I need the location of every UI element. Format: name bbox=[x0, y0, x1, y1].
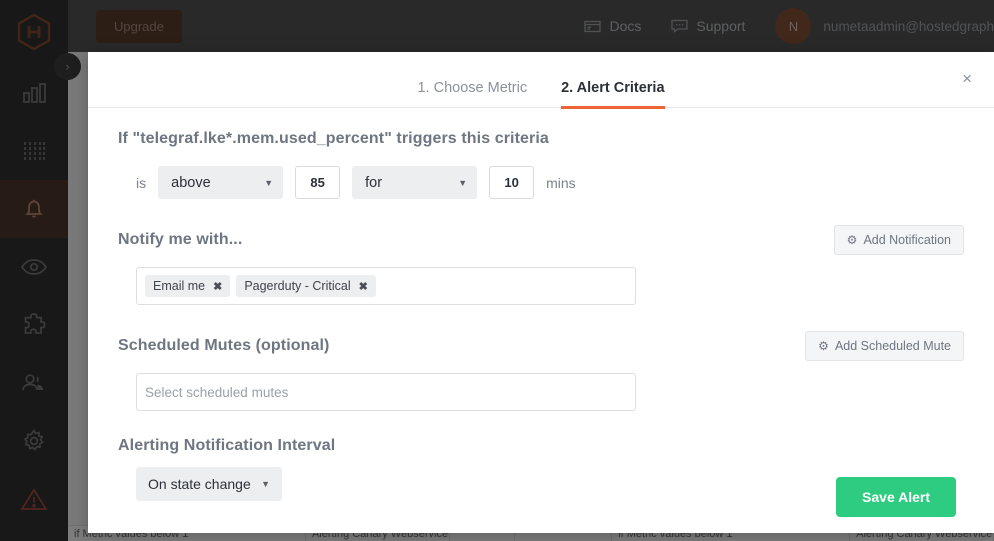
duration-input[interactable]: 10 bbox=[489, 166, 535, 199]
modal-body: If "telegraf.lke*.mem.used_percent" trig… bbox=[88, 108, 994, 517]
scheduled-mutes-placeholder: Select scheduled mutes bbox=[145, 384, 289, 400]
comparator-value: above bbox=[171, 174, 211, 191]
tab-choose-metric[interactable]: 1. Choose Metric bbox=[417, 80, 527, 109]
notification-chip-email[interactable]: Email me ✖ bbox=[145, 275, 231, 297]
mutes-header-row: Scheduled Mutes (optional) ⚙ Add Schedul… bbox=[118, 331, 964, 361]
tab-alert-criteria[interactable]: 2. Alert Criteria bbox=[561, 80, 665, 109]
add-notification-button[interactable]: ⚙ Add Notification bbox=[833, 225, 964, 255]
app-root: Upgrade Docs bbox=[0, 0, 994, 541]
add-notification-label: Add Notification bbox=[863, 233, 951, 247]
alerting-interval-value: On state change bbox=[148, 476, 251, 492]
notification-chip-pagerduty[interactable]: Pagerduty - Critical ✖ bbox=[236, 275, 376, 297]
criteria-heading: If "telegraf.lke*.mem.used_percent" trig… bbox=[118, 130, 549, 147]
close-icon[interactable]: × bbox=[962, 70, 972, 87]
chevron-down-icon: ▼ bbox=[264, 177, 274, 188]
gear-icon: ⚙ bbox=[818, 339, 829, 353]
remove-chip-icon[interactable]: ✖ bbox=[213, 280, 222, 293]
duration-mode-select[interactable]: for ▼ bbox=[352, 166, 478, 199]
threshold-input[interactable]: 85 bbox=[295, 166, 341, 199]
notification-targets-field[interactable]: Email me ✖ Pagerduty - Critical ✖ bbox=[136, 267, 636, 305]
save-alert-button[interactable]: Save Alert bbox=[836, 477, 956, 517]
modal-tabs: 1. Choose Metric 2. Alert Criteria bbox=[88, 52, 994, 109]
scheduled-mutes-field[interactable]: Select scheduled mutes bbox=[136, 373, 636, 411]
chevron-down-icon: ▼ bbox=[458, 177, 468, 188]
notification-chip-label: Pagerduty - Critical bbox=[244, 279, 351, 293]
comparator-select[interactable]: above ▼ bbox=[158, 166, 284, 199]
add-scheduled-mute-label: Add Scheduled Mute bbox=[834, 339, 951, 353]
is-label: is bbox=[136, 174, 147, 191]
alert-criteria-modal: × 1. Choose Metric 2. Alert Criteria If … bbox=[88, 52, 994, 533]
gear-icon: ⚙ bbox=[846, 233, 858, 247]
mins-label: mins bbox=[546, 174, 576, 191]
chevron-down-icon: ▼ bbox=[261, 479, 270, 489]
interval-header-row: Alerting Notification Interval bbox=[118, 437, 964, 455]
notification-chip-label: Email me bbox=[153, 279, 206, 293]
duration-mode-value: for bbox=[365, 174, 383, 191]
remove-chip-icon[interactable]: ✖ bbox=[359, 280, 368, 293]
notify-heading: Notify me with... bbox=[118, 231, 243, 248]
scheduled-mutes-heading: Scheduled Mutes (optional) bbox=[118, 337, 330, 354]
alerting-interval-heading: Alerting Notification Interval bbox=[118, 437, 336, 454]
add-scheduled-mute-button[interactable]: ⚙ Add Scheduled Mute bbox=[805, 331, 964, 361]
notify-header-row: Notify me with... ⚙ Add Notification bbox=[118, 225, 964, 255]
criteria-controls-row: is above ▼ 85 for ▼ 10 mins bbox=[118, 166, 964, 199]
